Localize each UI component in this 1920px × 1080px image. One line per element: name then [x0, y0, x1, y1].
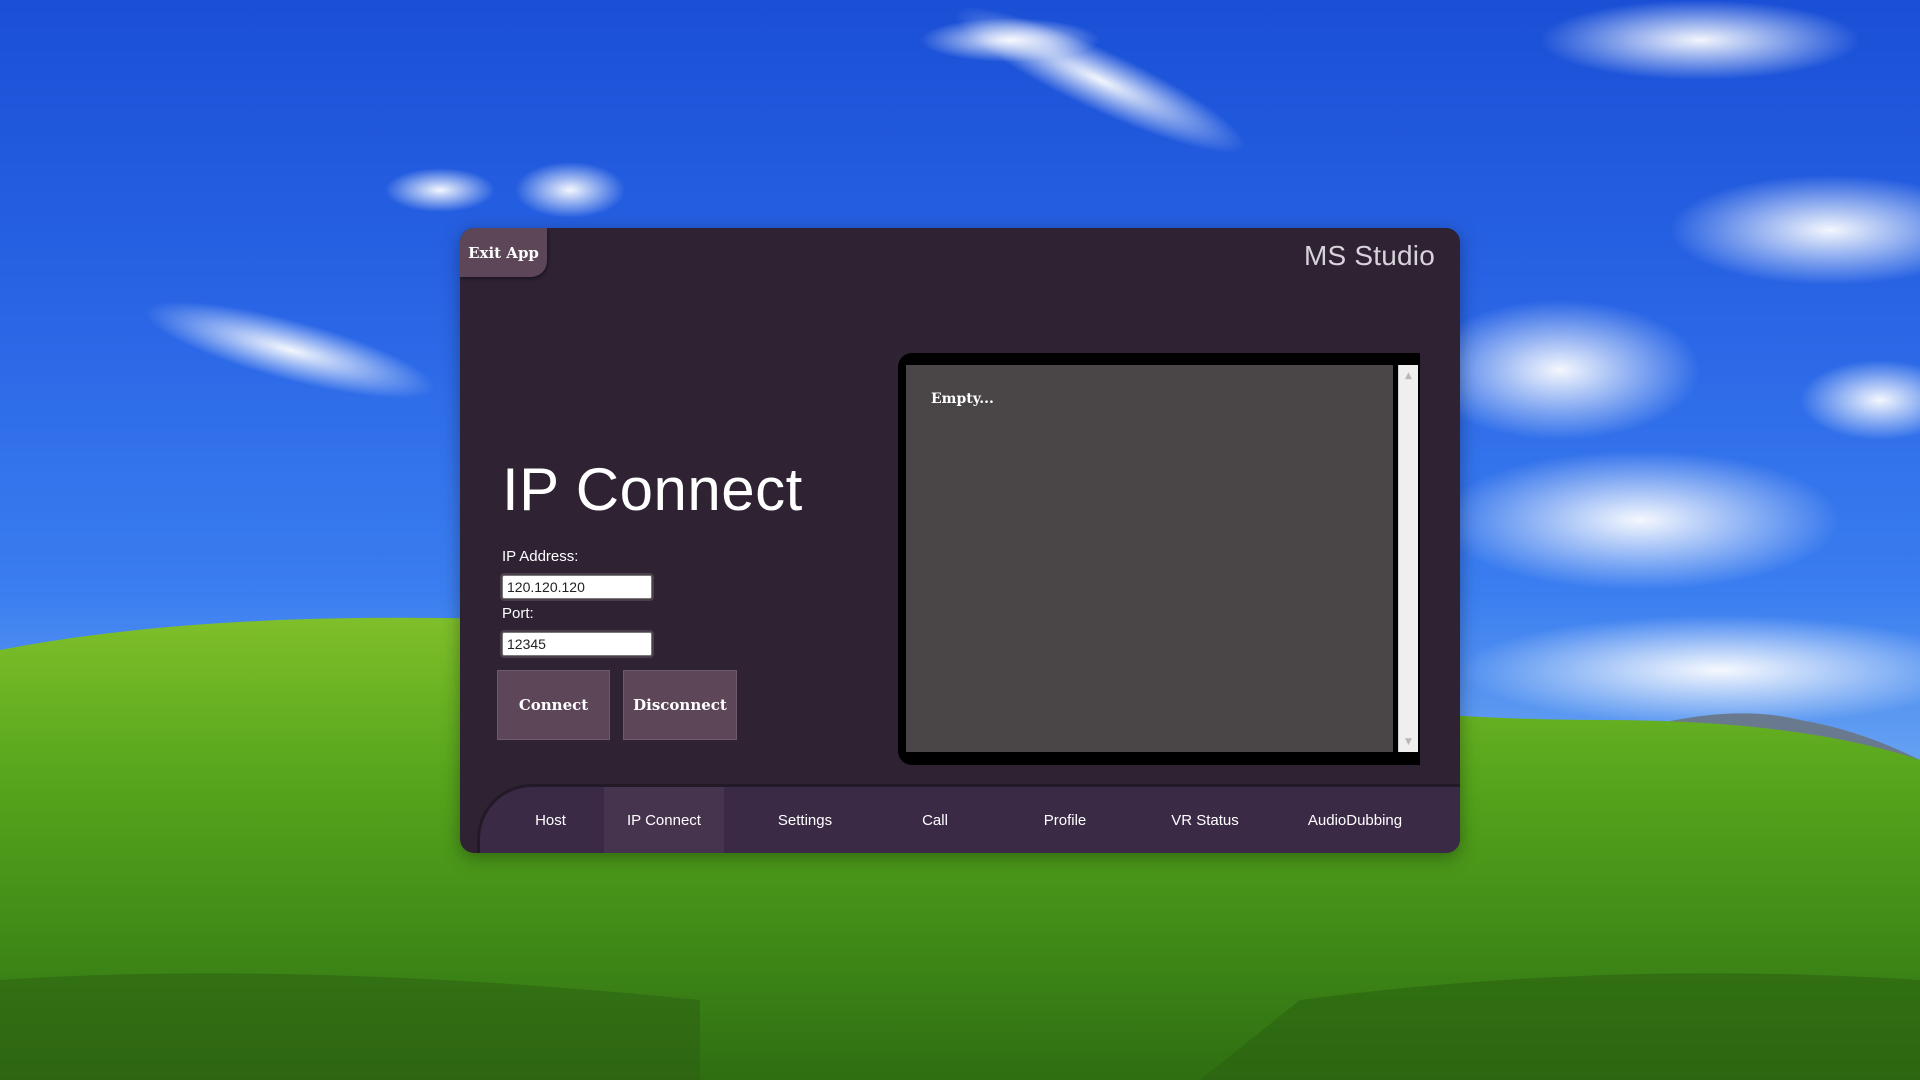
log-text: Empty...	[931, 391, 994, 407]
exit-app-button[interactable]: Exit App	[460, 228, 547, 277]
tab-host[interactable]: Host	[502, 787, 599, 853]
port-input[interactable]	[500, 630, 654, 658]
app-title: MS Studio	[1304, 240, 1435, 271]
tab-profile[interactable]: Profile	[990, 787, 1140, 853]
disconnect-button[interactable]: Disconnect	[623, 670, 737, 740]
connect-button[interactable]: Connect	[497, 670, 610, 740]
tab-audiodubbing[interactable]: AudioDubbing	[1280, 787, 1430, 853]
log-panel: Empty... ▲ ▼	[898, 353, 1420, 765]
ip-address-input[interactable]	[500, 573, 654, 601]
bottom-navigation: Host IP Connect Settings Call Profile VR…	[477, 784, 1460, 853]
scroll-down-arrow-icon[interactable]: ▼	[1399, 733, 1418, 750]
log-textarea[interactable]: Empty...	[906, 365, 1393, 752]
scroll-up-arrow-icon[interactable]: ▲	[1399, 367, 1418, 384]
port-label: Port:	[502, 605, 534, 622]
tab-settings[interactable]: Settings	[730, 787, 880, 853]
tab-ip-connect[interactable]: IP Connect	[604, 787, 724, 853]
page-title: IP Connect	[502, 456, 803, 523]
tab-vr-status[interactable]: VR Status	[1140, 787, 1270, 853]
tab-call[interactable]: Call	[880, 787, 990, 853]
log-scrollbar[interactable]: ▲ ▼	[1398, 365, 1418, 752]
ip-address-label: IP Address:	[502, 548, 579, 565]
app-window: Exit App MS Studio IP Connect IP Address…	[460, 228, 1460, 853]
